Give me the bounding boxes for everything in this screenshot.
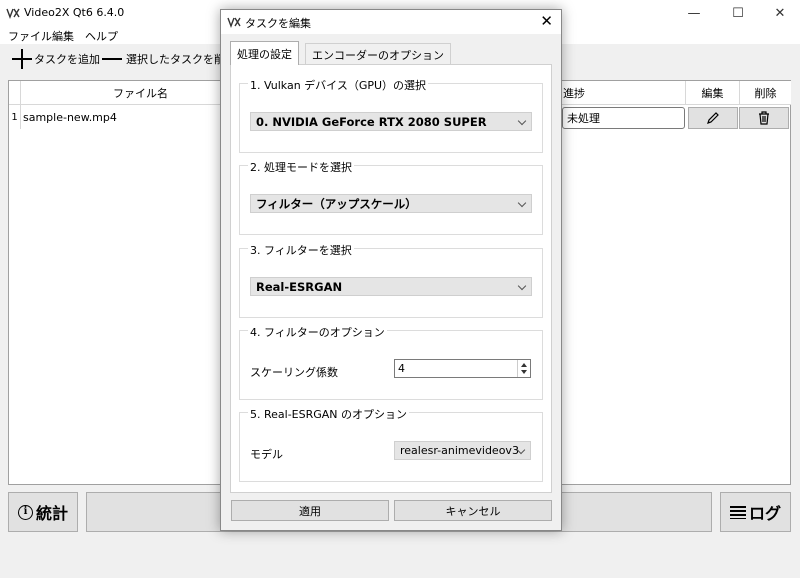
esrgan-options-group: 5. Real-ESRGAN のオプション モデル realesr-animev… [239, 406, 543, 482]
table-corner [9, 81, 21, 105]
plus-icon [12, 49, 32, 69]
trash-icon [759, 111, 769, 125]
close-icon: ✕ [540, 12, 553, 30]
filter-select[interactable]: Real-ESRGAN [250, 277, 532, 296]
mode-select-value: フィルター（アップスケール） [256, 196, 417, 211]
menu-edit[interactable]: 編集 [52, 28, 74, 44]
mode-group: 2. 処理モードを選択 フィルター（アップスケール） [239, 159, 543, 235]
tab-encoder-options[interactable]: エンコーダーのオプション [305, 43, 451, 65]
esrgan-options-group-title: 5. Real-ESRGAN のオプション [248, 406, 410, 422]
edit-task-button[interactable] [688, 107, 738, 129]
filter-group: 3. フィルターを選択 Real-ESRGAN [239, 242, 543, 318]
header-delete[interactable]: 削除 [740, 81, 791, 105]
progress-cell: 未処理 [562, 107, 685, 129]
model-label: モデル [250, 448, 283, 461]
menu-file[interactable]: ファイル [8, 28, 52, 44]
mode-select[interactable]: フィルター（アップスケール） [250, 194, 532, 213]
info-icon: i [17, 504, 33, 520]
scaling-factor-value: 4 [398, 362, 405, 375]
log-lines-icon [729, 505, 746, 519]
cancel-button[interactable]: キャンセル [394, 500, 552, 521]
dialog-close-button[interactable]: ✕ [540, 12, 553, 30]
apply-button[interactable]: 適用 [231, 500, 389, 521]
tab-processing-settings[interactable]: 処理の設定 [230, 41, 299, 65]
close-icon: ✕ [774, 5, 786, 21]
spin-up-icon[interactable] [521, 363, 527, 367]
row-number: 1 [9, 105, 21, 129]
gpu-group: 1. Vulkan デバイス（GPU）の選択 0. NVIDIA GeForce… [239, 77, 543, 153]
spin-down-icon[interactable] [521, 370, 527, 374]
minimize-icon: — [687, 5, 701, 21]
stats-button[interactable]: i 統計 [8, 492, 78, 532]
gpu-select[interactable]: 0. NVIDIA GeForce RTX 2080 SUPER [250, 112, 532, 131]
chevron-down-icon [517, 281, 527, 291]
pencil-icon [707, 112, 719, 124]
log-button[interactable]: ログ [720, 492, 791, 532]
filter-group-title: 3. フィルターを選択 [248, 242, 354, 258]
filter-options-group-title: 4. フィルターのオプション [248, 324, 387, 340]
gpu-select-value: 0. NVIDIA GeForce RTX 2080 SUPER [256, 114, 487, 129]
chevron-down-icon [517, 116, 527, 126]
add-task-label: タスクを追加 [34, 53, 100, 66]
dialog-title: タスクを編集 [245, 17, 311, 30]
filter-select-value: Real-ESRGAN [256, 279, 343, 294]
chevron-down-icon [517, 198, 527, 208]
minus-icon [102, 49, 122, 69]
filename-cell[interactable]: sample-new.mp4 [23, 105, 223, 129]
header-edit[interactable]: 編集 [686, 81, 740, 105]
remove-task-button[interactable]: 選択したタスクを削除 [102, 49, 236, 69]
edit-task-dialog: タスクを編集 ✕ 処理の設定 エンコーダーのオプション 1. Vulkan デバ… [220, 9, 562, 531]
gpu-group-title: 1. Vulkan デバイス（GPU）の選択 [248, 77, 429, 93]
spinbox-arrows[interactable] [517, 360, 530, 377]
app-title: Video2X Qt6 6.4.0 [24, 6, 125, 19]
add-task-button[interactable]: タスクを追加 [12, 49, 100, 69]
model-select[interactable]: realesr-animevideov3 [394, 441, 531, 460]
model-select-value: realesr-animevideov3 [400, 444, 519, 457]
scaling-factor-label: スケーリング係数 [250, 366, 338, 379]
dialog-titlebar: タスクを編集 ✕ [221, 10, 561, 34]
maximize-icon: ☐ [732, 5, 744, 21]
filter-options-group: 4. フィルターのオプション スケーリング係数 4 [239, 324, 543, 400]
delete-task-button[interactable] [739, 107, 789, 129]
menu-help[interactable]: ヘルプ [85, 28, 118, 44]
scaling-factor-spinbox[interactable]: 4 [394, 359, 531, 378]
close-button[interactable]: ✕ [760, 0, 800, 26]
mode-group-title: 2. 処理モードを選択 [248, 159, 354, 175]
header-progress[interactable]: 進捗 [549, 81, 686, 105]
app-logo-icon [6, 8, 20, 19]
app-logo-icon [227, 17, 241, 28]
stats-label: 統計 [35, 504, 68, 523]
maximize-button[interactable]: ☐ [718, 0, 758, 26]
minimize-button[interactable]: — [674, 0, 714, 26]
log-label: ログ [748, 504, 781, 523]
